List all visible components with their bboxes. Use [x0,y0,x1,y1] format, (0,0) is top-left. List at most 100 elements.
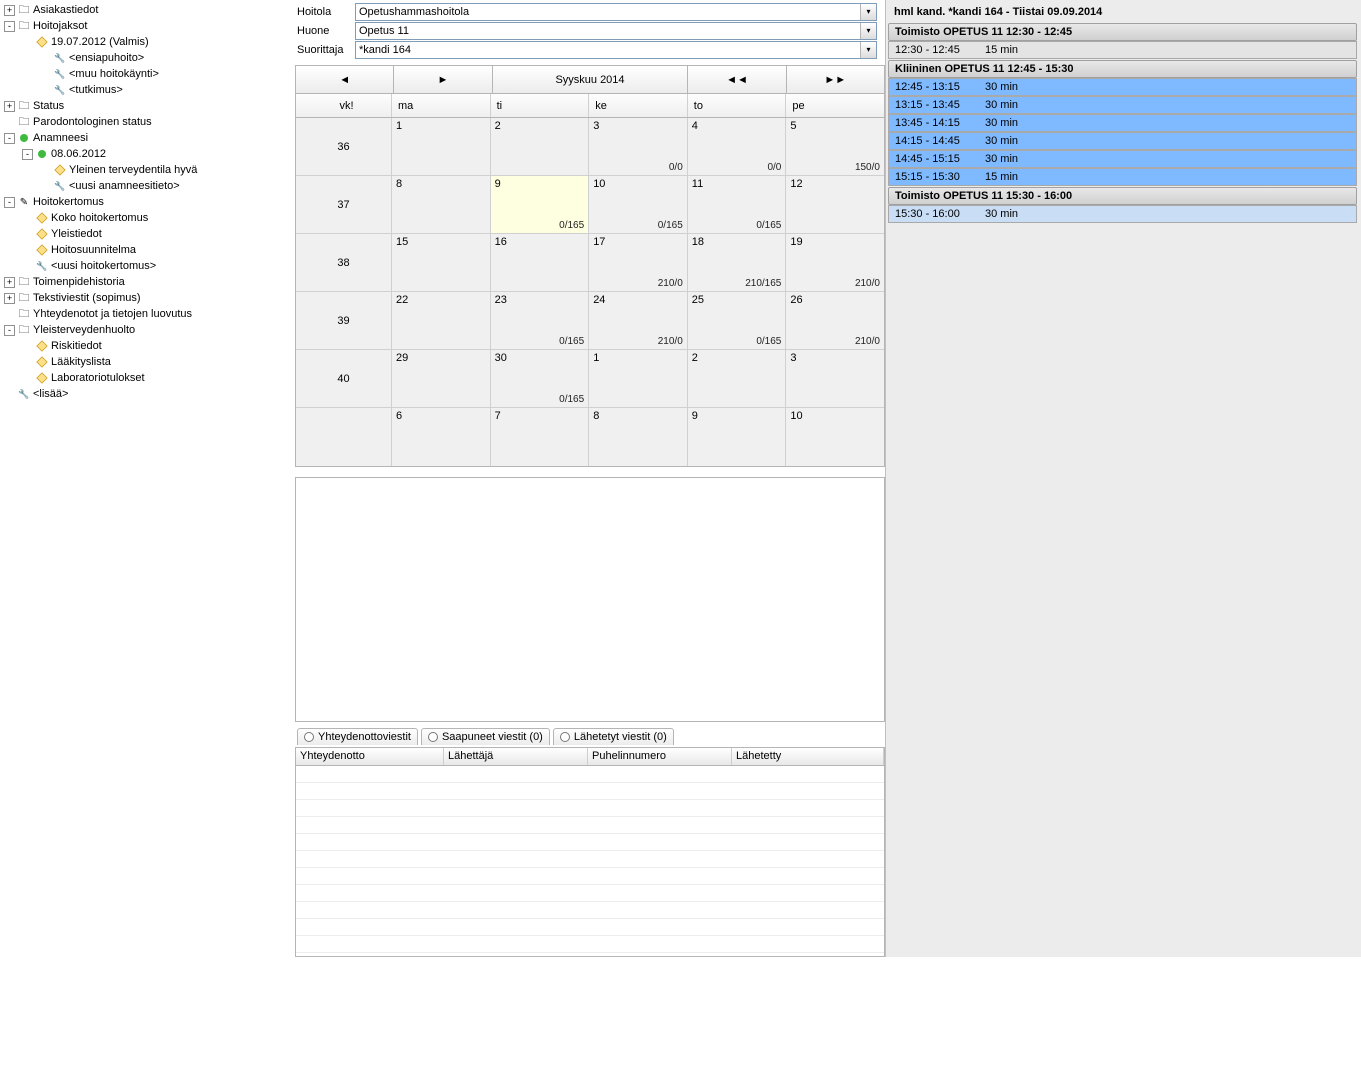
msg-header-cell[interactable]: Lähetetty [732,748,884,765]
tree-item[interactable]: +Toimenpidehistoria [2,274,293,290]
suorittaja-combo[interactable]: *kandi 164 ▾ [355,41,877,59]
calendar-cell[interactable]: 230/165 [491,292,590,349]
tree-item[interactable]: +Asiakastiedot [2,2,293,18]
calendar-cell[interactable]: 22 [392,292,491,349]
tree-item[interactable]: -Hoitokertomus [2,194,293,210]
calendar-cell[interactable]: 100/165 [589,176,688,233]
expander-icon[interactable]: - [4,133,15,144]
chevron-down-icon[interactable]: ▾ [860,4,876,20]
calendar-cell[interactable]: 90/165 [491,176,590,233]
calendar-cell[interactable]: 1 [589,350,688,407]
calendar-cell[interactable]: 17210/0 [589,234,688,291]
calendar-cell[interactable]: 2 [688,350,787,407]
tree-item[interactable]: <tutkimus> [2,82,293,98]
tree-item[interactable]: Parodontologinen status [2,114,293,130]
expander-icon[interactable]: + [4,101,15,112]
tree-item[interactable]: <lisää> [2,386,293,402]
calendar-cell[interactable]: 16 [491,234,590,291]
fast-next-button[interactable]: ►► [787,66,884,93]
appointment-slot[interactable]: 13:45 - 14:1530 min [888,114,1357,132]
calendar-cell[interactable]: 8 [589,408,688,466]
calendar-cell[interactable]: 10 [786,408,884,466]
calendar-cell[interactable]: 2 [491,118,590,175]
calendar-cell[interactable]: 24210/0 [589,292,688,349]
table-row[interactable] [296,783,884,800]
calendar-cell[interactable]: 12 [786,176,884,233]
table-row[interactable] [296,851,884,868]
table-row[interactable] [296,834,884,851]
expander-icon[interactable]: - [22,149,33,160]
table-row[interactable] [296,936,884,953]
tree-item[interactable]: -08.06.2012 [2,146,293,162]
table-row[interactable] [296,885,884,902]
appointment-slot[interactable]: 15:30 - 16:0030 min [888,205,1357,223]
huone-combo[interactable]: Opetus 11 ▾ [355,22,877,40]
fast-prev-button[interactable]: ◄◄ [688,66,786,93]
tree-item[interactable]: <muu hoitokäynti> [2,66,293,82]
expander-icon[interactable]: - [4,325,15,336]
calendar-cell[interactable]: 8 [392,176,491,233]
calendar-cell[interactable]: 40/0 [688,118,787,175]
tab-lahetetyt[interactable]: Lähetetyt viestit (0) [553,728,674,745]
appointment-slot[interactable]: 12:45 - 13:1530 min [888,78,1357,96]
table-row[interactable] [296,902,884,919]
calendar-cell[interactable]: 19210/0 [786,234,884,291]
msg-header-cell[interactable]: Puhelinnumero [588,748,732,765]
msg-header-cell[interactable]: Lähettäjä [444,748,588,765]
expander-icon[interactable]: - [4,197,15,208]
tree-item[interactable]: Riskitiedot [2,338,293,354]
tab-yhteydenottoviestit[interactable]: Yhteydenottoviestit [297,728,418,745]
expander-icon[interactable]: - [4,21,15,32]
tree-item[interactable]: Yleistiedot [2,226,293,242]
msg-header-cell[interactable]: Yhteydenotto [296,748,444,765]
tab-saapuneet[interactable]: Saapuneet viestit (0) [421,728,550,745]
tree-item[interactable]: Hoitosuunnitelma [2,242,293,258]
expander-icon[interactable]: + [4,277,15,288]
appointment-slot[interactable]: 12:30 - 12:4515 min [888,41,1357,59]
calendar-cell[interactable]: 9 [688,408,787,466]
tree-item[interactable]: +Status [2,98,293,114]
calendar-cell[interactable]: 6 [392,408,491,466]
next-month-button[interactable]: ► [394,66,492,93]
table-row[interactable] [296,817,884,834]
expander-icon[interactable]: + [4,5,15,16]
appointment-slot[interactable]: 14:45 - 15:1530 min [888,150,1357,168]
tree-item[interactable]: Yleinen terveydentila hyvä [2,162,293,178]
calendar-cell[interactable]: 18210/165 [688,234,787,291]
tree-item[interactable]: Lääkityslista [2,354,293,370]
calendar-cell[interactable]: 26210/0 [786,292,884,349]
tree-item[interactable]: <uusi hoitokertomus> [2,258,293,274]
appointment-slot[interactable]: 13:15 - 13:4530 min [888,96,1357,114]
calendar-cell[interactable]: 110/165 [688,176,787,233]
appointment-slot[interactable]: 14:15 - 14:4530 min [888,132,1357,150]
appointment-slot[interactable]: 15:15 - 15:3015 min [888,168,1357,186]
tree-item[interactable]: <ensiapuhoito> [2,50,293,66]
table-row[interactable] [296,800,884,817]
calendar-cell[interactable]: 15 [392,234,491,291]
expander-icon[interactable]: + [4,293,15,304]
tree-item[interactable]: +Tekstiviestit (sopimus) [2,290,293,306]
table-row[interactable] [296,868,884,885]
chevron-down-icon[interactable]: ▾ [860,23,876,39]
table-row[interactable] [296,919,884,936]
calendar-cell[interactable]: 3 [786,350,884,407]
tree-item[interactable]: Laboratoriotulokset [2,370,293,386]
calendar-cell[interactable]: 29 [392,350,491,407]
calendar-cell[interactable]: 1 [392,118,491,175]
calendar-cell[interactable]: 250/165 [688,292,787,349]
calendar-cell[interactable]: 30/0 [589,118,688,175]
calendar-cell[interactable]: 5150/0 [786,118,884,175]
prev-month-button[interactable]: ◄ [296,66,394,93]
tree-item[interactable]: -Hoitojaksot [2,18,293,34]
tree-item[interactable]: -Anamneesi [2,130,293,146]
tree-item[interactable]: -Yleisterveydenhuolto [2,322,293,338]
tree-item[interactable]: Yhteydenotot ja tietojen luovutus [2,306,293,322]
calendar-cell[interactable]: 7 [491,408,590,466]
calendar-cell[interactable]: 300/165 [491,350,590,407]
tree-item[interactable]: Koko hoitokertomus [2,210,293,226]
tree-item[interactable]: <uusi anamneesitieto> [2,178,293,194]
tree-item[interactable]: 19.07.2012 (Valmis) [2,34,293,50]
chevron-down-icon[interactable]: ▾ [860,42,876,58]
hoitola-combo[interactable]: Opetushammashoitola ▾ [355,3,877,21]
table-row[interactable] [296,766,884,783]
